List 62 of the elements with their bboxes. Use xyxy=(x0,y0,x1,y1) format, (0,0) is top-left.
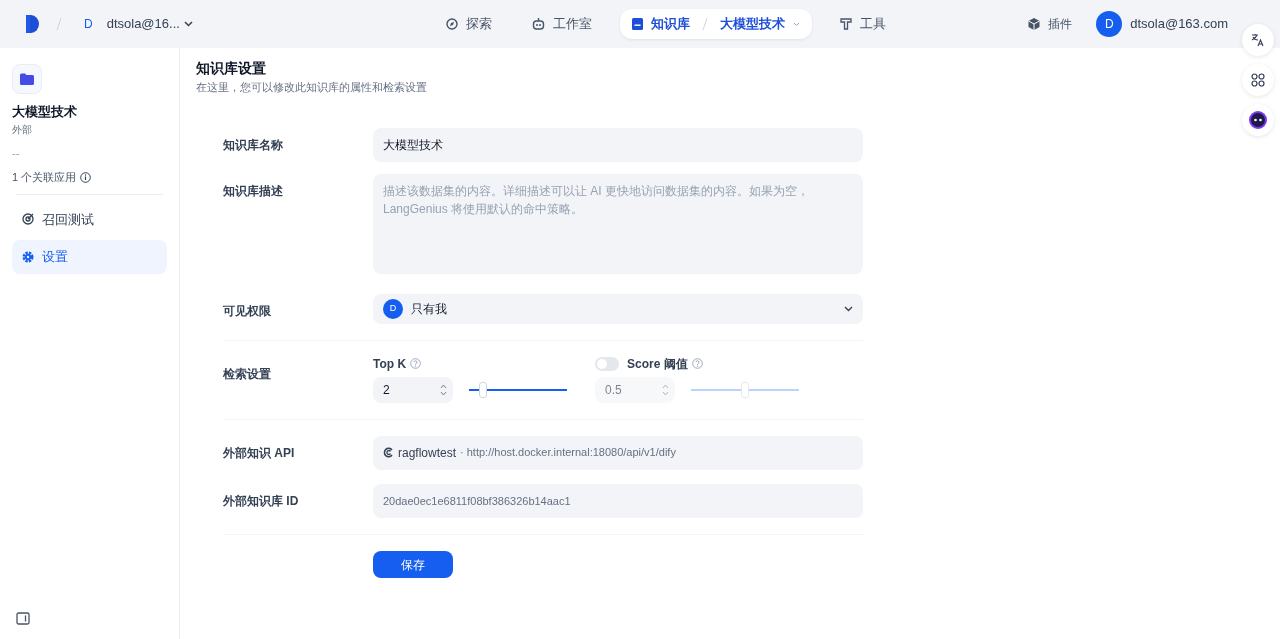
cube-icon xyxy=(1028,18,1041,30)
robot-icon xyxy=(532,18,546,30)
description-field[interactable]: 描述该数据集的内容。详细描述可以让 AI 更快地访问数据集的内容。如果为空，LangGenius 将使用默认的命中策略。 xyxy=(373,173,863,274)
folder-icon xyxy=(12,64,42,94)
score-input[interactable]: 0.5 xyxy=(595,376,675,403)
info-icon[interactable] xyxy=(80,171,92,183)
user-menu[interactable]: D dtsola@163.com xyxy=(1096,11,1228,37)
dataset-type: 外部 xyxy=(12,122,33,137)
permission-dropdown[interactable]: D 只有我 xyxy=(373,293,863,324)
slider-thumb[interactable] xyxy=(741,381,749,398)
nav-tab[interactable]: 探索 xyxy=(434,9,505,39)
field-label: 外部知识库 ID xyxy=(223,492,300,510)
field-label: 知识库描述 xyxy=(223,182,284,200)
field-label: 外部知识 API xyxy=(223,444,296,462)
nav-label: 知识库 xyxy=(651,15,691,34)
api-field[interactable]: ragflowtest · http://host.docker.internal:18080/api/v1/dify xyxy=(373,435,863,470)
knowledge-name: 大模型技术 xyxy=(720,15,786,34)
field-label: 可见权限 xyxy=(223,302,272,320)
compass-icon xyxy=(446,18,459,30)
avatar: D xyxy=(383,298,403,319)
book-icon xyxy=(632,18,644,30)
chevron-down-icon xyxy=(844,305,853,312)
slash-divider-icon xyxy=(56,17,62,31)
logo-icon[interactable] xyxy=(24,14,40,34)
score-toggle[interactable] xyxy=(595,356,619,371)
knowledge-id-field: 20dae0ec1e6811f08bf386326b14aac1 xyxy=(373,483,863,518)
linked-apps-count: 1 个关联应用 xyxy=(12,170,77,185)
page-subtitle: 在这里，您可以修改此知识库的属性和检索设置 xyxy=(196,80,427,95)
workspace-initial: D xyxy=(84,16,93,33)
chevron-down-icon xyxy=(793,21,801,27)
field-label: 检索设置 xyxy=(223,365,272,383)
translate-icon[interactable] xyxy=(1242,24,1274,56)
nav-tab[interactable]: 工作室 xyxy=(520,9,605,39)
plugins-button[interactable]: 插件 xyxy=(1028,15,1073,33)
sidebar-toggle-icon[interactable] xyxy=(16,612,30,626)
nav-tab[interactable]: 工具 xyxy=(828,9,899,39)
dataset-name: 大模型技术 xyxy=(12,103,78,121)
stepper-icon[interactable] xyxy=(662,382,669,397)
top-k-label: Top K xyxy=(373,355,407,373)
page-title: 知识库设置 xyxy=(196,59,266,78)
workspace-switcher[interactable]: dtsola@16... xyxy=(106,14,193,34)
api-icon xyxy=(383,447,394,458)
top-k-input[interactable]: 2 xyxy=(373,376,453,403)
score-label: Score 阈值 xyxy=(627,355,688,373)
chevron-down-icon xyxy=(183,21,193,27)
help-icon[interactable] xyxy=(410,358,422,369)
user-avatar: D xyxy=(1096,11,1123,37)
save-button[interactable]: 保存 xyxy=(373,551,453,578)
dataset-description: -- xyxy=(12,145,21,161)
field-label: 知识库名称 xyxy=(223,136,284,154)
nav-tab[interactable]: 知识库 大模型技术 xyxy=(620,9,813,39)
name-field[interactable]: 大模型技术 xyxy=(373,127,863,162)
api-name: ragflowtest xyxy=(398,444,457,462)
sidebar-item[interactable]: 设置 xyxy=(12,240,167,274)
tools-icon xyxy=(840,18,853,30)
api-url: · http://host.docker.internal:18080/api/v1/dify xyxy=(460,445,676,461)
target-icon xyxy=(22,213,34,226)
slider-thumb[interactable] xyxy=(478,381,487,398)
help-icon[interactable] xyxy=(691,358,703,369)
stepper-icon[interactable] xyxy=(440,382,447,397)
slash-divider-icon xyxy=(702,17,709,31)
sidebar-item[interactable]: 召回测试 xyxy=(12,202,167,236)
